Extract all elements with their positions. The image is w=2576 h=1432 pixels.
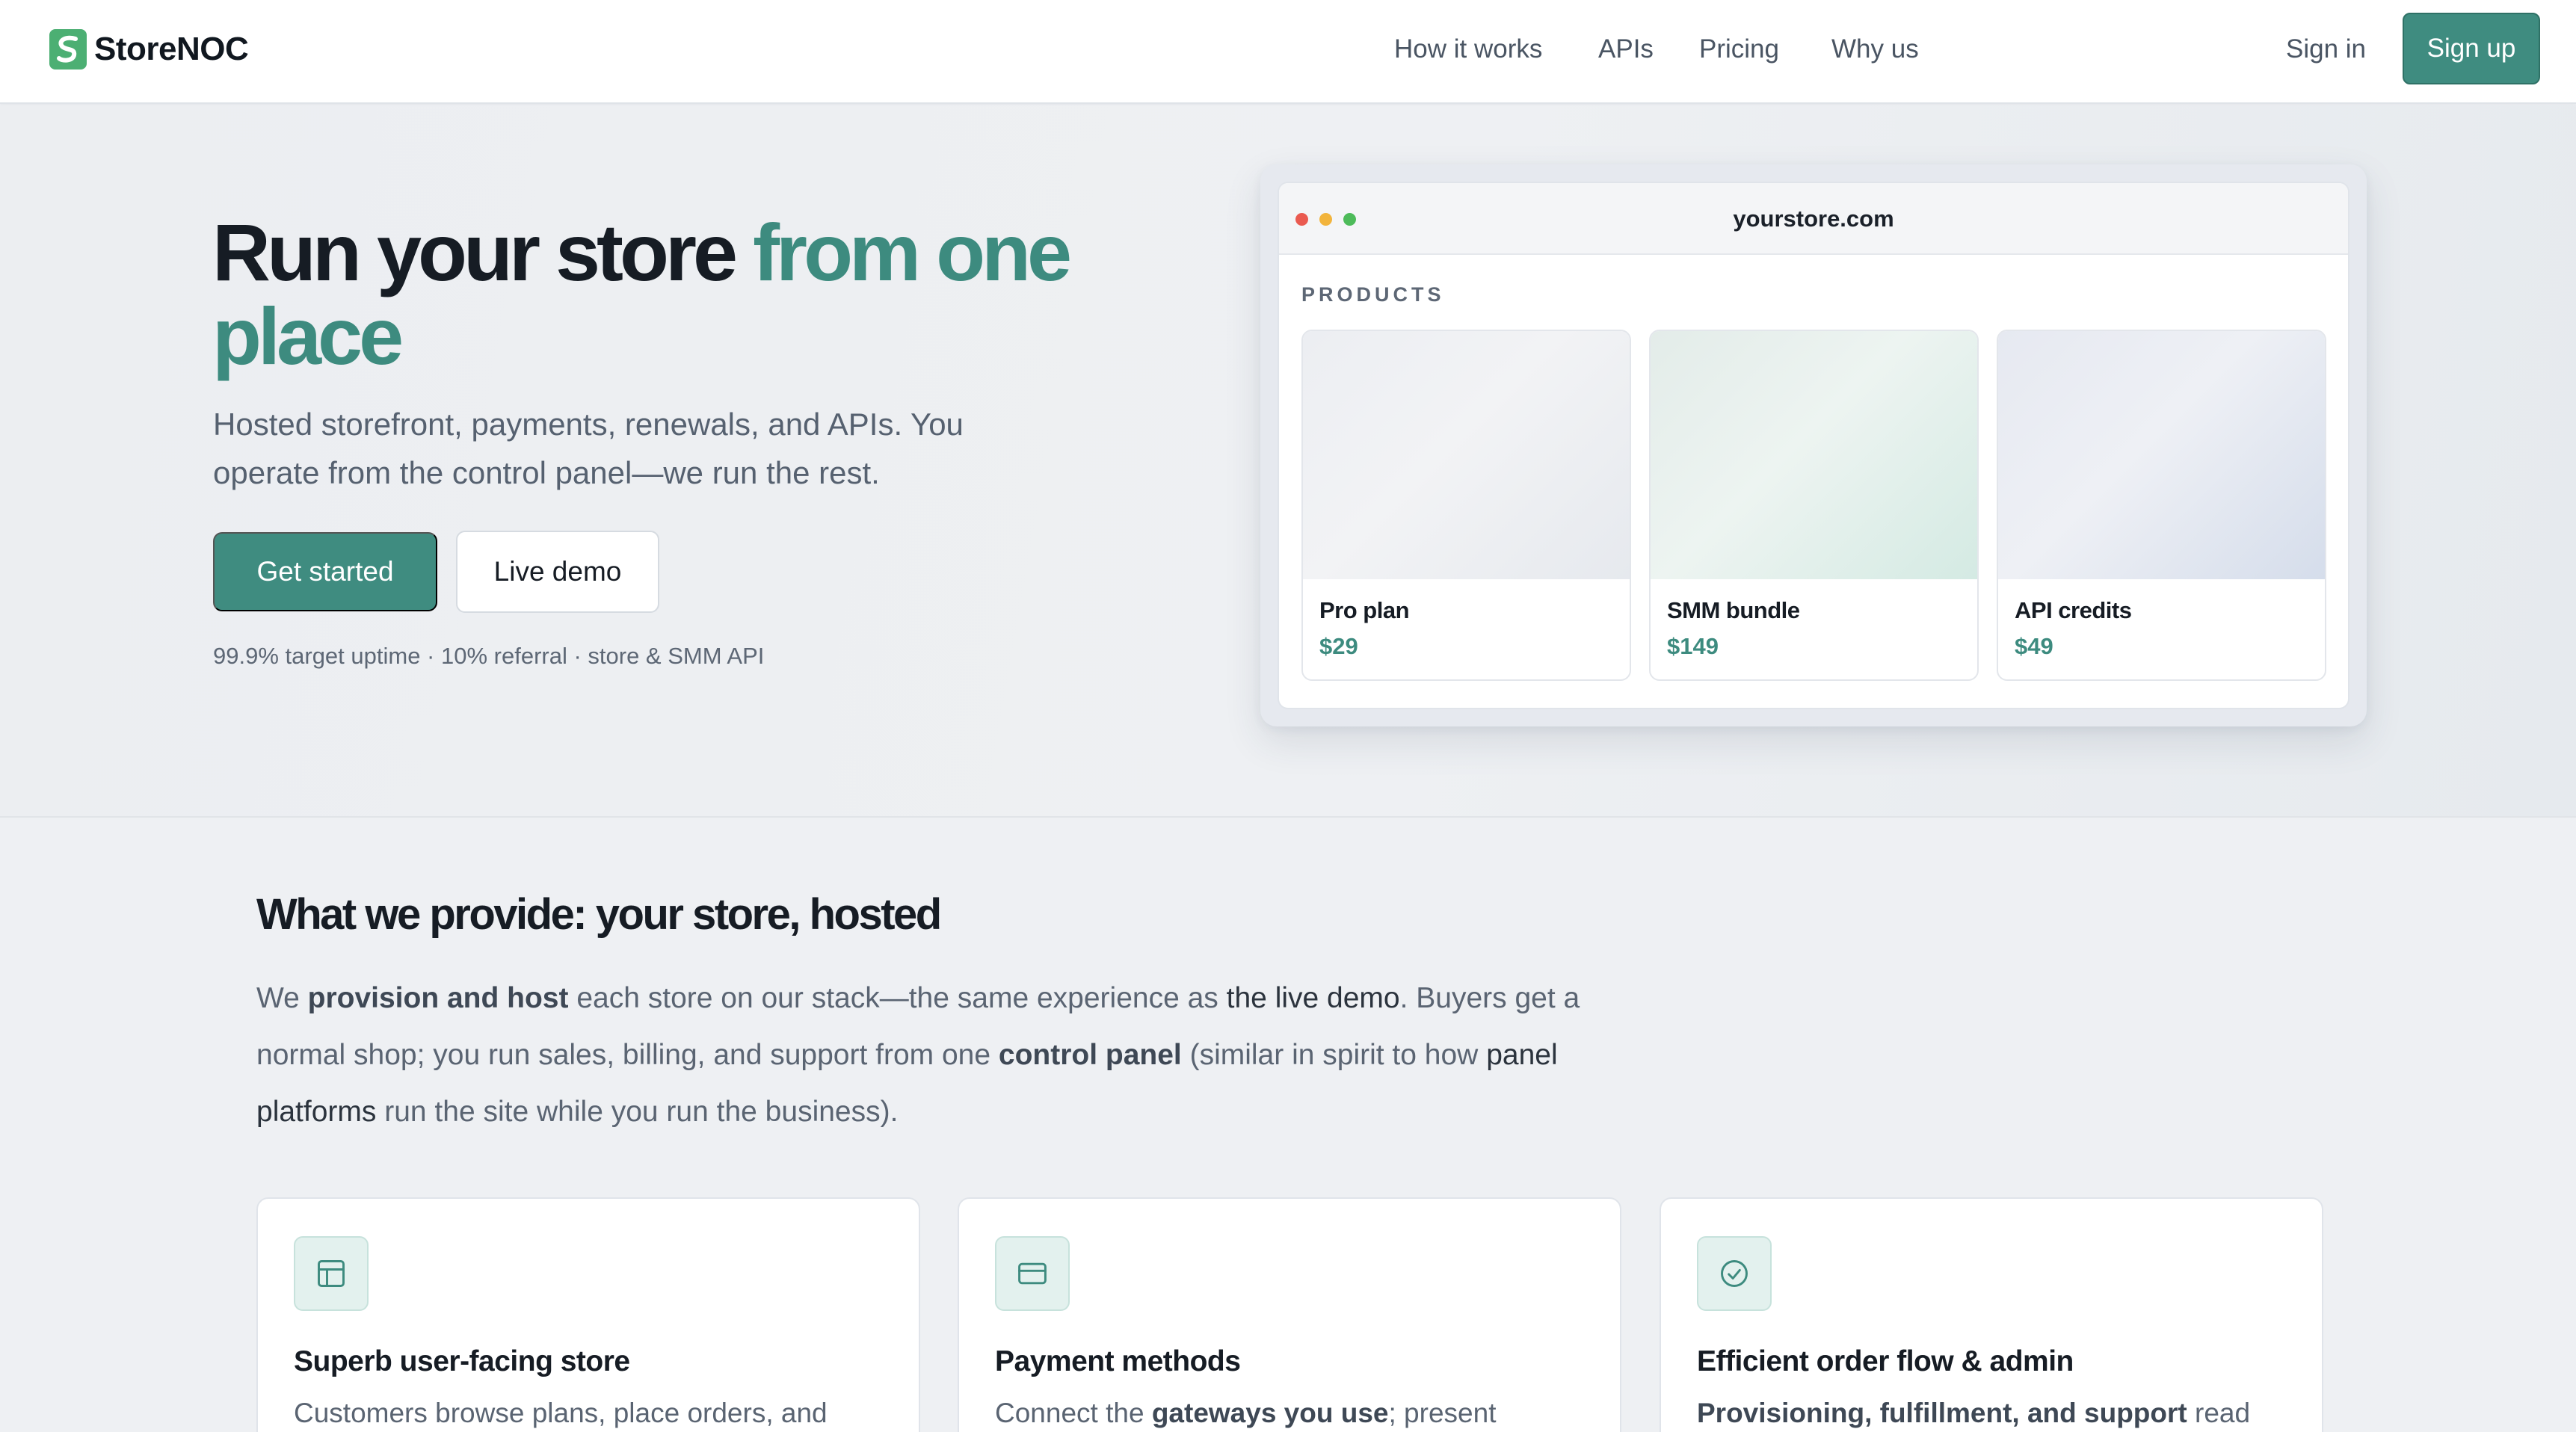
- feature-title: Efficient order flow & admin: [1697, 1345, 2074, 1377]
- body-text: each store on our stack—the same experie…: [568, 982, 1227, 1014]
- feature-description-text: read: [2187, 1398, 2251, 1428]
- check-circle-icon: [1697, 1236, 1772, 1311]
- top-nav: StoreNOC How it works APIs Pricing Why u…: [0, 0, 2576, 104]
- feature-description: Provisioning, fulfillment, and support r…: [1697, 1398, 2250, 1429]
- nav-link-how-it-works[interactable]: How it works: [1394, 33, 1542, 66]
- hero-title: Run your store from one place: [212, 211, 1132, 378]
- product-image: [1651, 331, 1977, 579]
- product-image: [1303, 331, 1630, 579]
- browser-url: yourstore.com: [1733, 206, 1894, 232]
- browser-toolbar: yourstore.com: [1279, 183, 2348, 255]
- brand-name: StoreNOC: [94, 31, 249, 67]
- body-emphasis: provision and host: [307, 982, 569, 1014]
- feature-card-orders: Efficient order flow & admin Provisionin…: [1660, 1197, 2323, 1432]
- hero-subtitle: Hosted storefront, payments, renewals, a…: [213, 407, 964, 490]
- sign-up-button[interactable]: Sign up: [2403, 13, 2540, 84]
- hero-title-main: Run your store: [212, 207, 754, 297]
- live-demo-button[interactable]: Live demo: [456, 531, 659, 613]
- nav-link-pricing[interactable]: Pricing: [1699, 33, 1779, 66]
- product-name: API credits: [2015, 597, 2132, 623]
- body-text: We: [256, 982, 308, 1014]
- get-started-button[interactable]: Get started: [213, 532, 437, 611]
- feature-title: Payment methods: [995, 1345, 1241, 1377]
- nav-link-apis[interactable]: APIs: [1598, 33, 1654, 66]
- product-price: $49: [2015, 633, 2053, 659]
- feature-description-text: Customers browse plans, place orders, an…: [294, 1398, 828, 1428]
- feature-description: Connect the gateways you use; present: [995, 1398, 1496, 1429]
- sign-in-link[interactable]: Sign in: [2286, 33, 2366, 66]
- feature-description-text: Connect the: [995, 1398, 1152, 1428]
- provide-section-title: What we provide: your store, hosted: [256, 890, 942, 939]
- product-card: API credits $49: [1997, 330, 2326, 681]
- layout-icon: [294, 1236, 369, 1311]
- body-emphasis: control panel: [998, 1039, 1182, 1071]
- hero-note: 99.9% target uptime · 10% referral · sto…: [213, 643, 765, 669]
- body-text: (similar in spirit to how: [1181, 1039, 1487, 1071]
- product-card: SMM bundle $149: [1649, 330, 1979, 681]
- product-price: $29: [1319, 633, 1358, 659]
- feature-card-payments: Payment methods Connect the gateways you…: [958, 1197, 1621, 1432]
- browser-window: yourstore.com PRODUCTS Pro plan $29 SMM …: [1278, 182, 2349, 709]
- provide-section-body: We provision and host each store on our …: [256, 970, 1632, 1141]
- product-name: Pro plan: [1319, 597, 1410, 623]
- nav-link-why-us[interactable]: Why us: [1831, 33, 1919, 66]
- feature-title: Superb user-facing store: [294, 1345, 630, 1377]
- storenoc-logo-icon: [49, 29, 87, 70]
- feature-description-text: ; present: [1388, 1398, 1497, 1428]
- feature-description: Customers browse plans, place orders, an…: [294, 1398, 828, 1429]
- product-image: [1998, 331, 2325, 579]
- credit-card-icon: [995, 1236, 1070, 1311]
- product-name: SMM bundle: [1667, 597, 1800, 623]
- body-text: run the site while you run the business)…: [376, 1096, 899, 1128]
- brand[interactable]: StoreNOC: [49, 28, 249, 70]
- feature-card-store: Superb user-facing store Customers brows…: [256, 1197, 920, 1432]
- products-label: PRODUCTS: [1301, 283, 1445, 306]
- feature-description-emphasis: gateways you use: [1151, 1398, 1389, 1428]
- feature-description-emphasis: Provisioning, fulfillment, and support: [1697, 1398, 2187, 1428]
- product-card: Pro plan $29: [1301, 330, 1631, 681]
- live-demo-reference: the live demo: [1226, 982, 1400, 1014]
- store-preview-mockup: yourstore.com PRODUCTS Pro plan $29 SMM …: [1260, 164, 2367, 726]
- product-price: $149: [1667, 633, 1719, 659]
